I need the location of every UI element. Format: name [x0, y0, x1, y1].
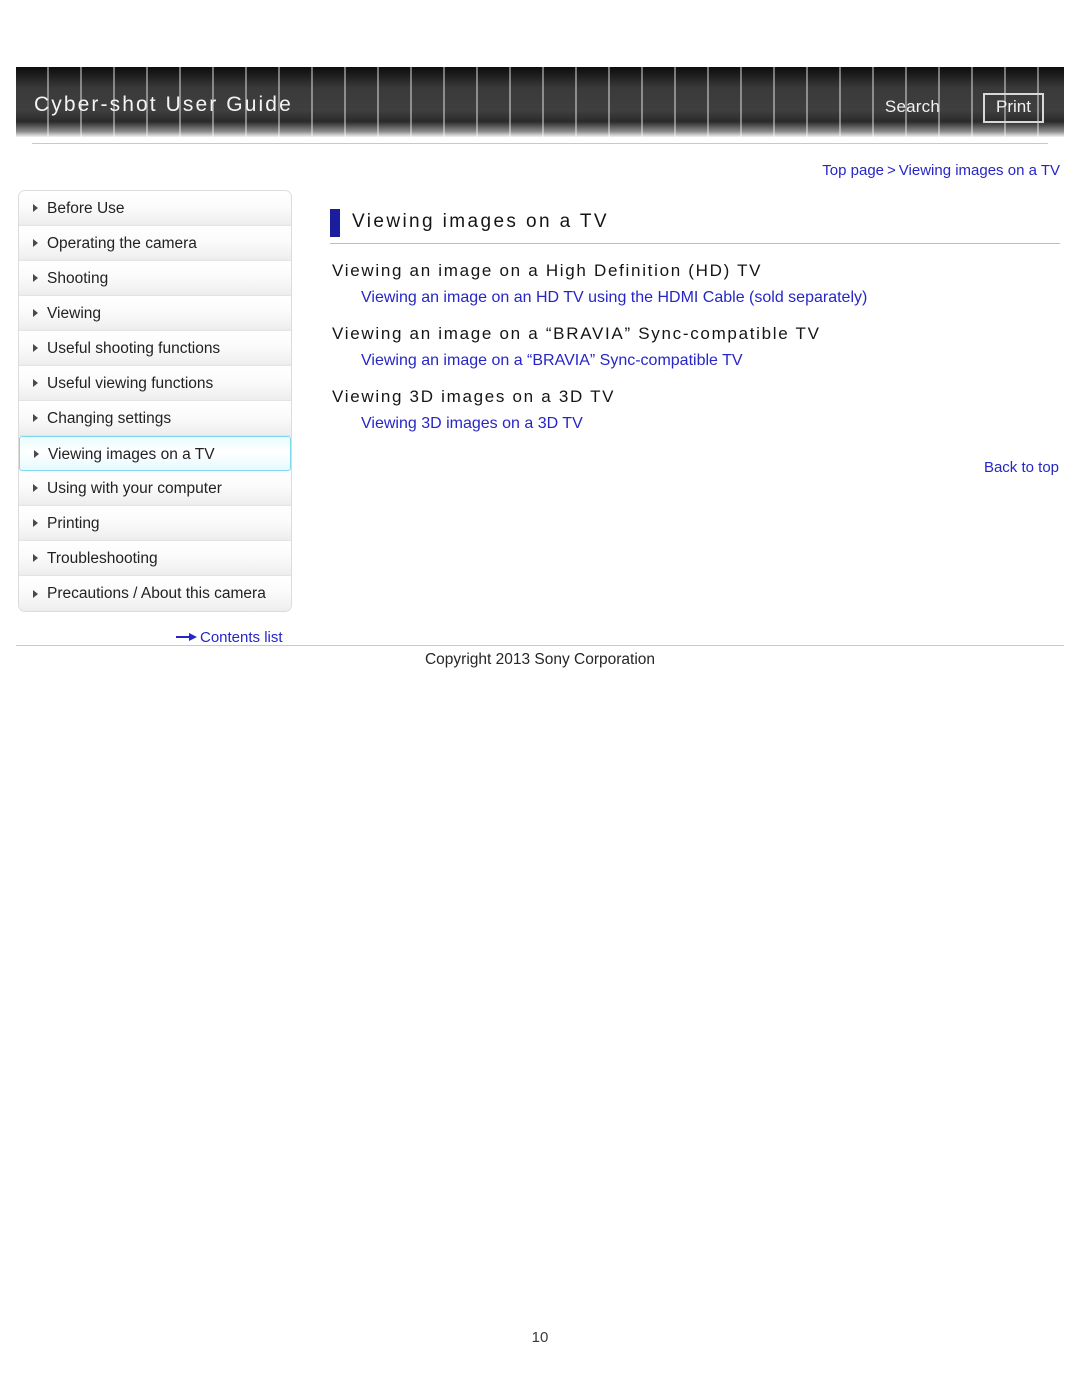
app-title: Cyber-shot User Guide	[34, 93, 293, 116]
section-link-hdmi-cable[interactable]: Viewing an image on an HD TV using the H…	[361, 289, 1060, 307]
contents-list-label: Contents list	[200, 629, 283, 646]
header-divider	[32, 143, 1048, 144]
triangle-right-icon	[33, 589, 38, 598]
sidebar-item-label: Troubleshooting	[47, 550, 158, 567]
sidebar-nav: Before Use Operating the camera Shooting…	[18, 190, 292, 612]
sidebar-item-label: Using with your computer	[47, 480, 222, 497]
triangle-right-icon	[33, 239, 38, 247]
sidebar-item-viewing-images-on-a-tv[interactable]: Viewing images on a TV	[19, 436, 291, 471]
section-heading: Viewing an image on a “BRAVIA” Sync-comp…	[332, 324, 821, 343]
triangle-right-icon	[33, 484, 38, 492]
app-header: Cyber-shot User Guide Search Print	[16, 67, 1064, 137]
triangle-right-icon	[34, 449, 39, 458]
print-button[interactable]: Print	[983, 93, 1044, 123]
page-number: 10	[531, 1329, 549, 1346]
section-link-bravia-sync[interactable]: Viewing an image on a “BRAVIA” Sync-comp…	[361, 352, 1060, 370]
sidebar-item-precautions-about-this-camera[interactable]: Precautions / About this camera	[19, 576, 291, 611]
section-heading: Viewing 3D images on a 3D TV	[332, 387, 616, 406]
triangle-right-icon	[33, 554, 38, 562]
triangle-right-icon	[33, 274, 38, 282]
page-title-row: Viewing images on a TV	[330, 208, 1060, 244]
arrow-right-icon	[176, 629, 198, 646]
triangle-right-icon	[33, 309, 38, 317]
breadcrumb-separator: >	[887, 162, 896, 179]
sidebar-item-label: Viewing images on a TV	[48, 446, 215, 463]
sidebar-item-label: Shooting	[47, 270, 109, 287]
sidebar-item-useful-shooting-functions[interactable]: Useful shooting functions	[19, 331, 291, 366]
page-title: Viewing images on a TV	[352, 211, 609, 232]
section-link-3d-images[interactable]: Viewing 3D images on a 3D TV	[361, 415, 1060, 433]
sidebar-item-label: Precautions / About this camera	[47, 585, 266, 602]
breadcrumb-current[interactable]: Viewing images on a TV	[899, 162, 1060, 179]
sidebar-item-changing-settings[interactable]: Changing settings	[19, 401, 291, 436]
back-to-top-link[interactable]: Back to top	[984, 459, 1059, 476]
contents-list-link[interactable]: Contents list	[176, 629, 283, 647]
section-heading: Viewing an image on a High Definition (H…	[332, 261, 763, 280]
sidebar-item-viewing[interactable]: Viewing	[19, 296, 291, 331]
sidebar-item-using-with-your-computer[interactable]: Using with your computer	[19, 471, 291, 506]
breadcrumb: Top page > Viewing images on a TV	[822, 162, 1060, 179]
sidebar-item-label: Useful viewing functions	[47, 375, 214, 392]
sidebar-item-before-use[interactable]: Before Use	[19, 191, 291, 226]
sidebar-item-useful-viewing-functions[interactable]: Useful viewing functions	[19, 366, 291, 401]
section-bravia-sync: Viewing an image on a “BRAVIA” Sync-comp…	[330, 324, 1060, 370]
sidebar-item-label: Viewing	[47, 305, 102, 322]
triangle-right-icon	[33, 519, 38, 527]
breadcrumb-top-page[interactable]: Top page	[822, 162, 884, 179]
sidebar-item-shooting[interactable]: Shooting	[19, 261, 291, 296]
copyright-text: Copyright 2013 Sony Corporation	[424, 651, 656, 668]
triangle-right-icon	[33, 414, 38, 422]
section-hd-tv: Viewing an image on a High Definition (H…	[330, 261, 1060, 307]
triangle-right-icon	[33, 344, 38, 352]
footer-divider	[16, 645, 1064, 646]
sidebar-item-label: Before Use	[47, 200, 125, 217]
main-content: Viewing images on a TV Viewing an image …	[330, 208, 1060, 477]
title-accent-bar	[330, 209, 340, 237]
sidebar-item-operating-the-camera[interactable]: Operating the camera	[19, 226, 291, 261]
triangle-right-icon	[33, 204, 38, 212]
sidebar-item-label: Printing	[47, 515, 100, 532]
sidebar-item-printing[interactable]: Printing	[19, 506, 291, 541]
section-3d-tv: Viewing 3D images on a 3D TV Viewing 3D …	[330, 387, 1060, 433]
back-to-top-row: Back to top	[330, 459, 1060, 477]
sidebar-item-label: Operating the camera	[47, 235, 197, 252]
sidebar-item-label: Changing settings	[47, 410, 172, 427]
sidebar-item-troubleshooting[interactable]: Troubleshooting	[19, 541, 291, 576]
sidebar-item-label: Useful shooting functions	[47, 340, 221, 357]
triangle-right-icon	[33, 379, 38, 387]
search-button[interactable]: Search	[885, 97, 940, 117]
